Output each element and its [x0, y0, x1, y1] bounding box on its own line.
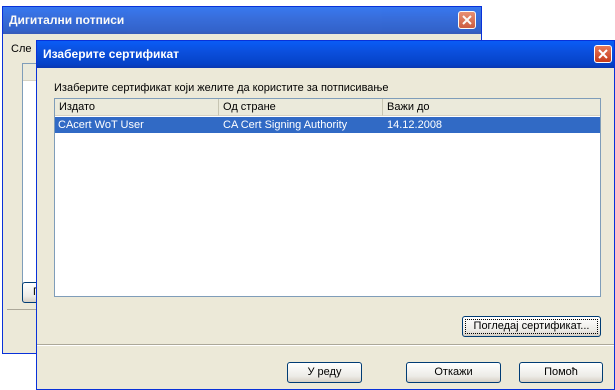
close-icon	[598, 49, 608, 59]
dialog-title: Изаберите сертификат	[43, 47, 179, 61]
view-certificate-button[interactable]: Погледај сертификат...	[462, 316, 601, 337]
column-header-label: Издато	[59, 101, 96, 113]
column-header-valid-until[interactable]: Важи до	[383, 99, 600, 116]
cell-issued-to: CAcert WoT User	[58, 119, 144, 131]
ok-label: У реду	[307, 366, 342, 378]
cancel-label: Откажи	[434, 366, 473, 378]
select-certificate-titlebar: Изаберите сертификат	[37, 41, 614, 68]
help-label: Помоћ	[544, 366, 578, 378]
close-button[interactable]	[458, 11, 476, 29]
column-header-label: Од стране	[223, 101, 276, 113]
help-button[interactable]: Помоћ	[519, 362, 603, 383]
ok-button[interactable]: У реду	[287, 362, 362, 383]
digital-signatures-titlebar: Дигитални потписи	[3, 7, 481, 34]
column-header-issued-to[interactable]: Издато	[55, 99, 219, 116]
cancel-button[interactable]: Откажи	[406, 362, 501, 383]
digital-signatures-label: Сле	[11, 43, 32, 55]
close-icon	[462, 15, 472, 25]
close-button[interactable]	[594, 45, 612, 63]
button-separator	[37, 344, 614, 346]
view-certificate-label: Погледај сертификат...	[473, 320, 590, 332]
instruction-text: Изаберите сертификат који желите да кори…	[54, 82, 389, 94]
table-row[interactable]: CAcert WoT User CA Cert Signing Authorit…	[55, 117, 600, 133]
cell-issued-by: CA Cert Signing Authority	[223, 119, 348, 131]
digital-signatures-title: Дигитални потписи	[9, 13, 125, 27]
certificate-list[interactable]: Издато Од стране Важи до CAcert WoT User…	[54, 98, 601, 297]
column-header-label: Важи до	[387, 101, 430, 113]
cell-valid-until: 14.12.2008	[387, 119, 443, 131]
column-header-issued-by[interactable]: Од стране	[219, 99, 383, 116]
